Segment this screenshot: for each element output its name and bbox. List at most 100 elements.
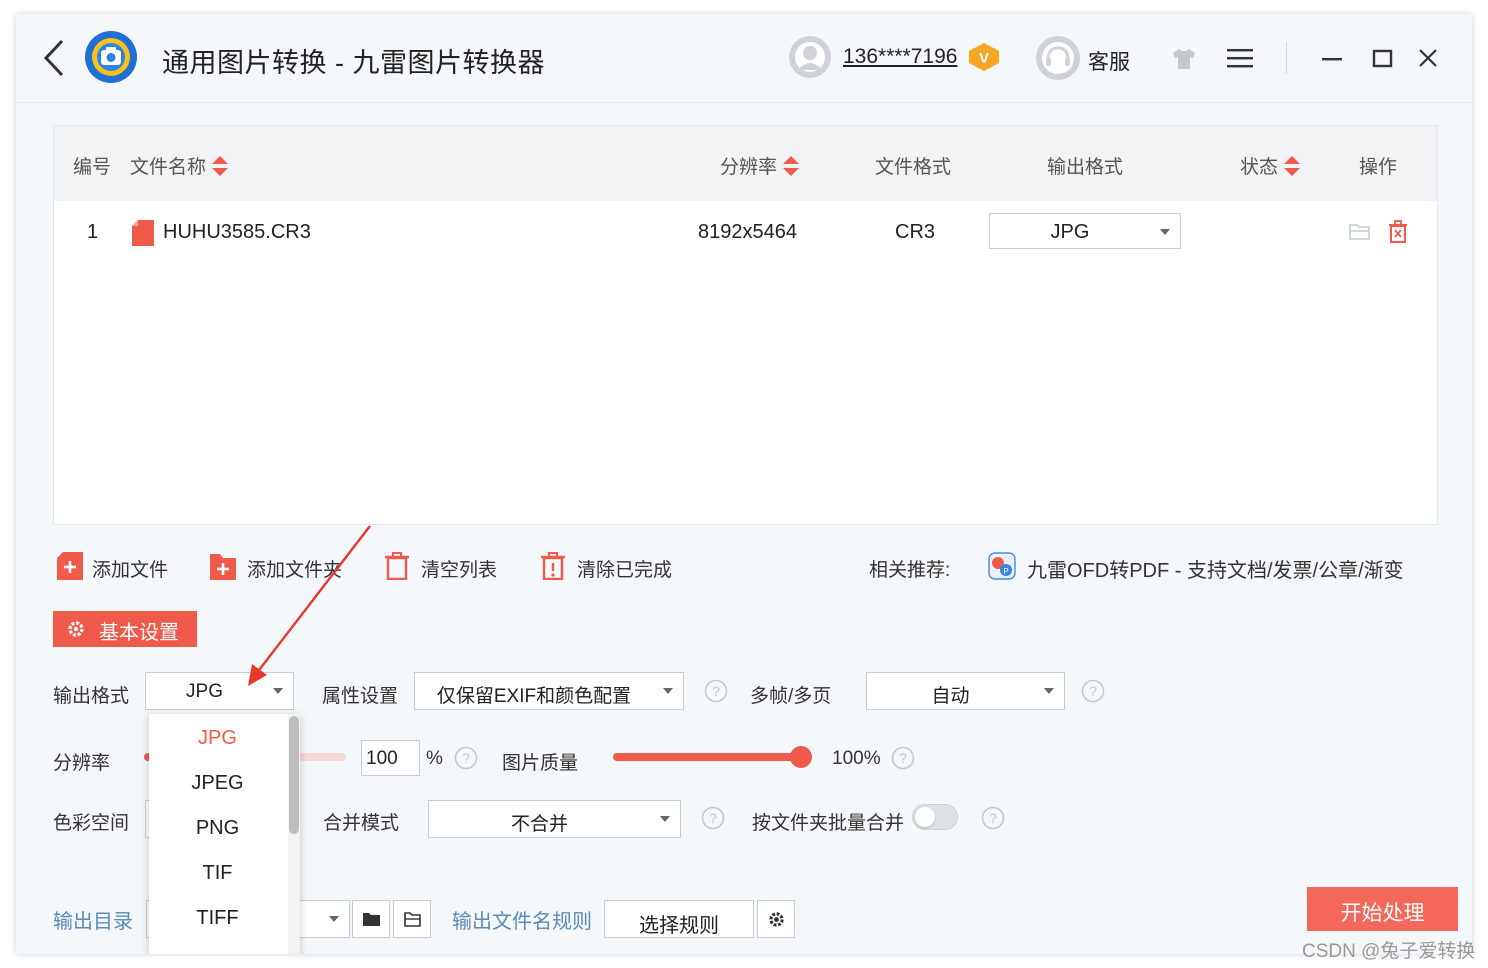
resolution-input[interactable]: 100 bbox=[361, 740, 420, 776]
sort-icon[interactable] bbox=[1284, 155, 1301, 177]
help-icon[interactable]: ? bbox=[1081, 679, 1105, 703]
row-resolution: 8192x5464 bbox=[698, 221, 797, 243]
rule-settings-button[interactable] bbox=[757, 900, 795, 938]
resolution-slider-track[interactable] bbox=[298, 753, 346, 761]
merge-mode-value: 不合并 bbox=[510, 814, 568, 835]
menu-icon[interactable] bbox=[1227, 47, 1253, 69]
basic-settings-label: 基本设置 bbox=[99, 622, 179, 644]
file-list-panel: 编号 文件名称 分辨率 文件格式 输出格式 状态 操作 1 HUHU3585.C… bbox=[53, 125, 1438, 525]
output-dir-label: 输出目录 bbox=[53, 911, 133, 933]
resolution-input-value: 100 bbox=[366, 748, 398, 769]
clear-list-label: 清空列表 bbox=[421, 560, 498, 581]
multiframe-value: 自动 bbox=[931, 686, 970, 707]
add-file-button[interactable]: 添加文件 bbox=[57, 551, 177, 585]
row-format: CR3 bbox=[895, 221, 936, 243]
user-name-link[interactable]: 136****7196 bbox=[843, 45, 957, 69]
svg-text:?: ? bbox=[1089, 683, 1097, 699]
dropdown-option[interactable]: TIF bbox=[149, 853, 286, 893]
output-format-label: 输出格式 bbox=[53, 686, 130, 707]
add-file-label: 添加文件 bbox=[92, 560, 169, 581]
dropdown-scrollbar-thumb[interactable] bbox=[289, 716, 299, 834]
help-icon[interactable]: ? bbox=[454, 746, 478, 770]
open-folder-icon bbox=[404, 912, 421, 927]
row-output-format-select[interactable]: JPG bbox=[989, 213, 1181, 249]
open-folder-icon[interactable] bbox=[1349, 223, 1371, 241]
dropdown-option[interactable]: PDF bbox=[149, 943, 286, 954]
sort-icon[interactable] bbox=[212, 155, 229, 177]
svg-text:?: ? bbox=[462, 750, 470, 766]
back-arrow-icon[interactable] bbox=[42, 38, 66, 78]
dropdown-option[interactable]: JPEG bbox=[149, 763, 286, 803]
chevron-down-icon bbox=[1044, 688, 1054, 694]
quality-label: 图片质量 bbox=[502, 753, 579, 774]
help-icon[interactable]: ? bbox=[891, 746, 915, 770]
help-icon[interactable]: ? bbox=[704, 679, 728, 703]
dropdown-option[interactable]: TIFF bbox=[149, 898, 286, 938]
watermark: CSDN @兔子爱转换 bbox=[1302, 941, 1476, 962]
chevron-down-icon bbox=[329, 916, 339, 922]
header-resolution-label: 分辨率 bbox=[720, 157, 778, 178]
related-recommend-label: 相关推荐: bbox=[869, 560, 951, 581]
row-output-format-value: JPG bbox=[1050, 221, 1090, 243]
sort-icon[interactable] bbox=[783, 155, 800, 177]
clear-list-button[interactable]: 清空列表 bbox=[384, 551, 504, 585]
add-folder-icon bbox=[210, 554, 236, 580]
row-filename: HUHU3585.CR3 bbox=[163, 221, 311, 243]
chevron-down-icon bbox=[1160, 229, 1170, 235]
toggle-knob bbox=[915, 807, 935, 827]
dropdown-option[interactable]: JPG bbox=[149, 718, 286, 758]
dropdown-option[interactable]: PNG bbox=[149, 808, 286, 848]
titlebar-divider bbox=[1286, 42, 1287, 74]
header-filename[interactable]: 文件名称 bbox=[130, 152, 229, 179]
merge-mode-select[interactable]: 不合并 bbox=[428, 800, 681, 838]
quality-value: 100% bbox=[832, 748, 881, 769]
delete-icon[interactable] bbox=[1388, 220, 1408, 244]
folder-icon bbox=[363, 913, 380, 926]
chevron-down-icon bbox=[660, 816, 670, 822]
batch-merge-toggle[interactable] bbox=[912, 804, 958, 830]
annotation-arrow bbox=[248, 525, 371, 686]
header-status[interactable]: 状态 bbox=[1240, 152, 1301, 179]
resolution-label: 分辨率 bbox=[53, 753, 111, 774]
percent-sign: % bbox=[426, 748, 443, 769]
basic-settings-tab[interactable]: 基本设置 bbox=[53, 611, 197, 647]
filename-rule-label: 输出文件名规则 bbox=[452, 911, 592, 933]
close-icon[interactable] bbox=[1417, 47, 1439, 69]
related-recommend-link[interactable]: 九雷OFD转PDF - 支持文档/发票/公章/渐变 bbox=[1027, 554, 1404, 583]
customer-service-icon[interactable] bbox=[1036, 36, 1080, 80]
multiframe-label: 多帧/多页 bbox=[750, 686, 832, 707]
header-index: 编号 bbox=[73, 157, 112, 178]
header-filename-label: 文件名称 bbox=[130, 157, 207, 178]
clear-done-button[interactable]: 清除已完成 bbox=[540, 551, 680, 585]
browse-folder-button[interactable] bbox=[352, 900, 390, 938]
header-resolution[interactable]: 分辨率 bbox=[720, 152, 800, 179]
minimize-icon[interactable] bbox=[1321, 48, 1343, 70]
dropdown-scrollbar[interactable] bbox=[288, 714, 300, 954]
quality-slider-knob[interactable] bbox=[790, 746, 812, 768]
maximize-icon[interactable] bbox=[1372, 48, 1394, 70]
chevron-down-icon bbox=[663, 688, 673, 694]
ofd-app-icon[interactable]: P bbox=[988, 552, 1016, 580]
svg-text:?: ? bbox=[709, 810, 717, 826]
start-process-label: 开始处理 bbox=[1340, 902, 1425, 925]
start-process-button[interactable]: 开始处理 bbox=[1307, 887, 1458, 931]
multiframe-select[interactable]: 自动 bbox=[866, 672, 1065, 710]
app-logo-icon bbox=[85, 31, 137, 83]
image-file-icon bbox=[132, 220, 154, 246]
quality-slider[interactable] bbox=[613, 746, 812, 768]
clear-done-label: 清除已完成 bbox=[577, 560, 673, 581]
help-icon[interactable]: ? bbox=[981, 806, 1005, 830]
select-rule-label: 选择规则 bbox=[639, 915, 719, 937]
help-icon[interactable]: ? bbox=[701, 806, 725, 830]
header-output-format: 输出格式 bbox=[1047, 157, 1124, 178]
open-output-folder-button[interactable] bbox=[393, 900, 431, 938]
merge-mode-label: 合并模式 bbox=[323, 813, 400, 834]
customer-service-label[interactable]: 客服 bbox=[1088, 46, 1130, 76]
attribute-settings-select[interactable]: 仅保留EXIF和颜色配置 bbox=[414, 672, 684, 710]
header-format: 文件格式 bbox=[875, 157, 952, 178]
skin-shirt-icon[interactable] bbox=[1170, 47, 1198, 71]
svg-text:?: ? bbox=[712, 683, 720, 699]
user-avatar-icon[interactable] bbox=[789, 36, 831, 78]
select-rule-button[interactable]: 选择规则 bbox=[604, 900, 754, 938]
vip-badge-icon: V bbox=[969, 43, 999, 71]
